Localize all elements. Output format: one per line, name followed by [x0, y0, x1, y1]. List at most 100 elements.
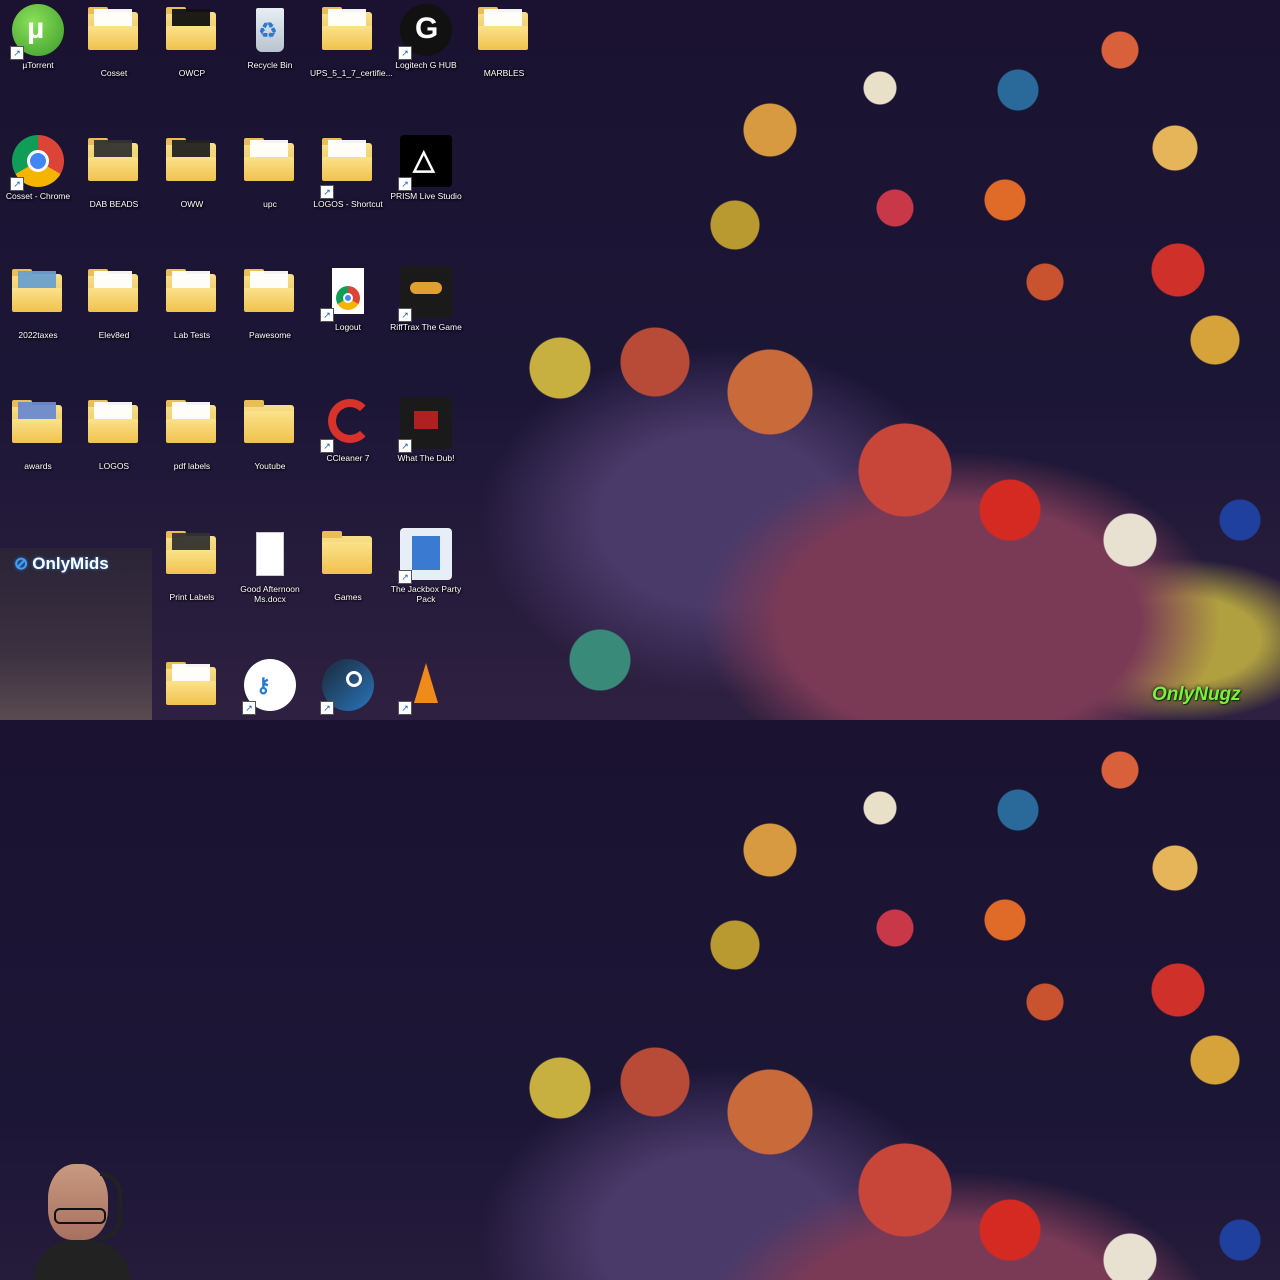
whatthedub-icon: ↗ [398, 397, 452, 453]
folder-icon [88, 7, 140, 64]
desktop-icon-recycle-bin[interactable]: ♻ Recycle Bin [232, 4, 308, 70]
desktop-icon-games[interactable]: Games [310, 528, 386, 602]
folder-icon [244, 138, 296, 195]
folder-icon [244, 400, 296, 457]
desktop-icon-cosset-chrome[interactable]: ↗ Cosset - Chrome [0, 135, 76, 201]
webcam-banner-text: OnlyMids [32, 554, 109, 573]
shortcut-arrow-icon: ↗ [10, 46, 24, 60]
webcam-banner: ⊘ OnlyMids [14, 554, 109, 574]
desktop-icon-good-afternoon-docx[interactable]: Good Afternoon Ms.docx [232, 528, 308, 604]
desktop-icon-owcp[interactable]: OWCP [154, 4, 230, 78]
folder-icon [166, 662, 218, 719]
desktop-icon-key-app[interactable]: ⚷ ↗ [232, 659, 308, 715]
folder-icon [88, 400, 140, 457]
folder-icon [166, 138, 218, 195]
shortcut-arrow-icon: ↗ [320, 308, 334, 322]
folder-icon [166, 269, 218, 326]
icon-label: LOGOS [98, 461, 130, 471]
icon-label: Lab Tests [173, 330, 211, 340]
desktop-icon-logitech-g-hub[interactable]: G ↗ Logitech G HUB [388, 4, 464, 70]
folder-icon [88, 138, 140, 195]
icon-label: Print Labels [169, 592, 215, 602]
folder-icon: ↗ [320, 138, 374, 199]
desktop-icon-folder-bottom[interactable] [154, 659, 230, 719]
desktop-icon-print-labels[interactable]: Print Labels [154, 528, 230, 602]
shortcut-arrow-icon: ↗ [320, 185, 334, 199]
desktop-icon-what-the-dub[interactable]: ↗ What The Dub! [388, 397, 464, 463]
icon-label: MARBLES [483, 68, 525, 78]
shortcut-arrow-icon: ↗ [398, 570, 412, 584]
folder-icon [322, 7, 374, 64]
prism-icon: △ ↗ [398, 135, 452, 191]
desktop-icon-youtube[interactable]: Youtube [232, 397, 308, 471]
desktop-icon-utorrent[interactable]: µ ↗ µTorrent [0, 4, 76, 70]
shortcut-arrow-icon: ↗ [398, 308, 412, 322]
desktop-icon-ups-certified[interactable]: UPS_5_1_7_certifie... [310, 4, 393, 78]
brand-watermark: OnlyNugz [1152, 684, 1241, 706]
icon-label: OWW [180, 199, 204, 209]
folder-icon [478, 7, 530, 64]
ccleaner-icon: ↗ [320, 397, 374, 453]
desktop-icon-pawesome[interactable]: Pawesome [232, 266, 308, 340]
icon-label: What The Dub! [397, 453, 455, 463]
icon-label: Youtube [254, 461, 286, 471]
folder-icon [12, 269, 64, 326]
icon-label: Logout [335, 322, 361, 332]
brand-watermark-text: OnlyNugz [1152, 684, 1241, 705]
desktop-icon-logos[interactable]: LOGOS [76, 397, 152, 471]
desktop-icon-logout[interactable]: ↗ Logout [310, 266, 386, 332]
desktop-icon-marbles[interactable]: MARBLES [466, 4, 542, 78]
icon-label: PRISM Live Studio [390, 191, 462, 201]
desktop-icon-2022taxes[interactable]: 2022taxes [0, 266, 76, 340]
icon-label: CCleaner 7 [326, 453, 370, 463]
icon-label: The Jackbox Party Pack [390, 584, 462, 604]
desktop-icon-awards[interactable]: awards [0, 397, 76, 471]
shortcut-arrow-icon: ↗ [398, 46, 412, 60]
shortcut-arrow-icon: ↗ [398, 701, 412, 715]
chrome-doc-icon: ↗ [320, 266, 374, 322]
jackbox-icon: ↗ [398, 528, 452, 584]
logitech-g-icon: G ↗ [398, 4, 452, 60]
shortcut-arrow-icon: ↗ [320, 701, 334, 715]
icon-label: Cosset [100, 68, 128, 78]
steam-icon: ↗ [320, 659, 374, 715]
desktop-icon-rifftrax[interactable]: ↗ RiffTrax The Game [388, 266, 464, 332]
icon-label: µTorrent [22, 60, 54, 70]
shortcut-arrow-icon: ↗ [10, 177, 24, 191]
icon-label: RiffTrax The Game [390, 322, 462, 332]
folder-icon [322, 531, 374, 588]
desktop-icon-upc[interactable]: upc [232, 135, 308, 209]
shortcut-arrow-icon: ↗ [320, 439, 334, 453]
document-icon [244, 528, 296, 580]
rifftrax-icon: ↗ [398, 266, 452, 322]
desktop-icon-elev8ed[interactable]: Elev8ed [76, 266, 152, 340]
desktop-icon-jackbox[interactable]: ↗ The Jackbox Party Pack [388, 528, 464, 604]
desktop-icon-oww[interactable]: OWW [154, 135, 230, 209]
folder-icon [166, 531, 218, 588]
desktop-icon-ccleaner[interactable]: ↗ CCleaner 7 [310, 397, 386, 463]
icon-label: pdf labels [173, 461, 211, 471]
desktop-icon-cosset[interactable]: Cosset [76, 4, 152, 78]
icon-label: OWCP [178, 68, 206, 78]
icon-label: UPS_5_1_7_certifie... [310, 68, 393, 78]
desktop-icon-pdf-labels[interactable]: pdf labels [154, 397, 230, 471]
folder-icon [12, 400, 64, 457]
key-app-icon: ⚷ ↗ [242, 659, 296, 715]
icon-label: Logitech G HUB [395, 60, 457, 70]
icon-label: awards [24, 461, 52, 471]
icon-label: upc [263, 199, 277, 209]
chrome-icon: ↗ [10, 135, 64, 191]
shortcut-arrow-icon: ↗ [398, 439, 412, 453]
desktop-icon-lab-tests[interactable]: Lab Tests [154, 266, 230, 340]
onlymids-logo-icon: ⊘ [14, 554, 29, 573]
recycle-bin-icon: ♻ [244, 4, 296, 56]
vlc-icon: ↗ [398, 659, 452, 715]
desktop-icon-steam[interactable]: ↗ [310, 659, 386, 715]
desktop-icon-prism-live-studio[interactable]: △ ↗ PRISM Live Studio [388, 135, 464, 201]
shortcut-arrow-icon: ↗ [242, 701, 256, 715]
folder-icon [166, 7, 218, 64]
icon-label: Games [334, 592, 362, 602]
desktop-icon-dab-beads[interactable]: DAB BEADS [76, 135, 152, 209]
desktop-icon-vlc[interactable]: ↗ [388, 659, 464, 715]
desktop-icon-logos-shortcut[interactable]: ↗ LOGOS - Shortcut [310, 135, 386, 209]
